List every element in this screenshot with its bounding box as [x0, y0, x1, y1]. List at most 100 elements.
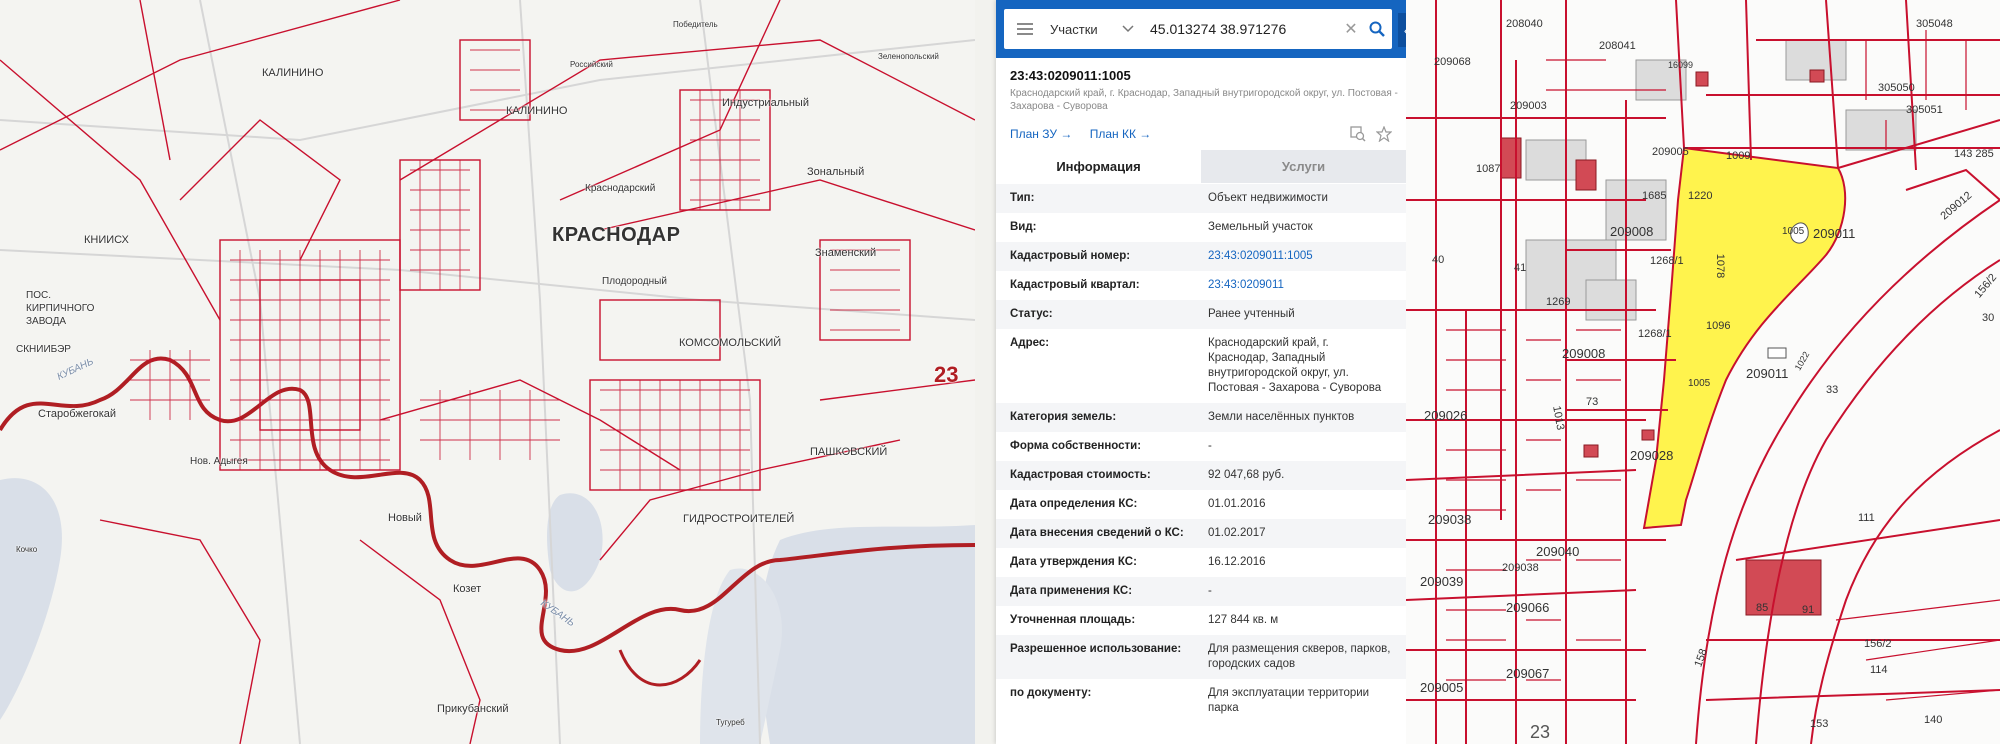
parcel-label: 209003	[1510, 100, 1547, 112]
detail-map[interactable]: 208040 208041 305048 209068 16099 305050…	[1406, 0, 2000, 744]
object-address: Краснодарский край, г. Краснодар, Западн…	[1010, 88, 1398, 112]
plan-kk-link[interactable]: План КК →	[1090, 127, 1152, 141]
parcel-label: 16099	[1668, 60, 1694, 70]
highlighted-parcel	[1642, 146, 1847, 530]
object-number: 23:43:0209011:1005	[1010, 68, 1131, 83]
cadastral-number-link[interactable]: 23:43:0209011:1005	[1208, 249, 1392, 264]
plan-zu-link[interactable]: План ЗУ →	[1010, 127, 1072, 141]
info-row: Кадастровый номер: 23:43:0209011:1005	[996, 242, 1406, 271]
info-row: Категория земель: Земли населённых пункто…	[996, 403, 1406, 432]
close-icon[interactable]: ✕	[1340, 19, 1362, 39]
parcel-label: 111	[1858, 512, 1875, 524]
parcel-label: 40	[1432, 254, 1445, 266]
place-label: КАЛИНИНО	[506, 105, 568, 117]
chevron-down-icon[interactable]	[1122, 22, 1136, 36]
region-number-label: 23	[1530, 722, 1551, 742]
info-key: Разрешенное использование:	[1010, 643, 1182, 655]
hamburger-icon[interactable]	[1004, 9, 1046, 49]
parcel-label: 209008	[1610, 224, 1654, 239]
search-bar: Участки ✕	[996, 0, 1406, 58]
parcel-label: 114	[1870, 664, 1888, 676]
place-label: Индустриальный	[722, 97, 809, 109]
parcel-label: 209039	[1420, 574, 1464, 589]
search-input[interactable]	[1148, 20, 1340, 38]
info-value: Для размещения скверов, парков, городски…	[1208, 643, 1391, 670]
place-label: Краснодарский	[585, 183, 656, 194]
place-label: Зональный	[807, 166, 865, 178]
parcel-label: 1009	[1726, 150, 1751, 162]
highlighted-parcel-label: 209011	[1746, 366, 1789, 381]
region-number-label: 23	[934, 362, 959, 387]
parcel-label: 85	[1756, 602, 1769, 614]
zoom-to-object-icon[interactable]	[1350, 126, 1366, 142]
info-row: Уточненная площадь: 127 844 кв. м	[996, 606, 1406, 635]
parcel-label: 209038	[1428, 512, 1472, 527]
place-label: Старобжегокай	[38, 408, 117, 420]
place-label: Победитель	[673, 20, 718, 29]
parcel-label: 1269	[1546, 296, 1571, 308]
city-label: КРАСНОДАР	[552, 224, 681, 246]
parcel-label: 209067	[1506, 666, 1550, 681]
parcel-label: 1005	[1688, 378, 1711, 389]
parcel-label: 41	[1514, 262, 1527, 274]
parcel-label: 209066	[1506, 600, 1550, 615]
info-table: Тип: Объект недвижимости Вид: Земельный уч…	[996, 184, 1406, 723]
parcel-label: 153	[1810, 718, 1829, 730]
star-icon[interactable]	[1376, 126, 1392, 142]
info-key: Категория земель:	[1010, 411, 1117, 423]
info-key: Дата применения КС:	[1010, 585, 1133, 597]
parcel-label: 305048	[1916, 18, 1953, 30]
overview-map[interactable]: КАЛИНИНО КАЛИНИНО Индустриальный Зональн…	[0, 0, 975, 744]
parcel-label: 1078	[1714, 253, 1727, 279]
info-row: Дата утверждения КС: 16.12.2016	[996, 548, 1406, 577]
parcel-label: 208041	[1599, 40, 1636, 52]
parcel-label: 143 285	[1954, 148, 1994, 160]
info-value: -	[1208, 440, 1212, 452]
search-icon[interactable]	[1362, 9, 1392, 49]
parcel-label: 33	[1826, 384, 1839, 396]
info-row: Вид: Земельный участок	[996, 213, 1406, 242]
info-key: Статус:	[1010, 308, 1053, 320]
info-value: Краснодарский край, г. Краснодар, Западн…	[1208, 337, 1382, 394]
tab-services[interactable]: Услуги	[1201, 150, 1406, 183]
info-key: Тип:	[1010, 192, 1035, 204]
info-row: Форма собственности: -	[996, 432, 1406, 461]
place-label: Прикубанский	[437, 703, 509, 715]
place-label: КАЛИНИНО	[262, 67, 324, 79]
chevron-left-icon[interactable]: ‹	[1398, 13, 1406, 47]
object-header: 23:43:0209011:1005 Краснодарский край, г…	[1010, 68, 1400, 113]
tab-info[interactable]: Информация	[996, 150, 1201, 183]
place-label: Новый	[388, 512, 422, 524]
parcel-label: 140	[1924, 714, 1943, 726]
parcel-label: 209005	[1420, 680, 1464, 695]
layer-select[interactable]: Участки	[1046, 22, 1122, 37]
place-label: СКНИИБЭР	[16, 344, 71, 355]
info-key: Дата утверждения КС:	[1010, 556, 1137, 568]
info-row: Дата применения КС: -	[996, 577, 1406, 606]
search-box: Участки ✕	[1004, 9, 1392, 49]
header-actions	[1350, 126, 1392, 142]
info-row: Тип: Объект недвижимости	[996, 184, 1406, 213]
info-value: Ранее учтенный	[1208, 308, 1295, 320]
parcel-label: 1220	[1688, 190, 1713, 202]
info-key: Дата определения КС:	[1010, 498, 1138, 510]
info-value: 01.01.2016	[1208, 498, 1266, 510]
parcel-label: 1096	[1706, 320, 1731, 332]
parcel-label: 1005	[1782, 226, 1805, 237]
place-label: КНИИСХ	[84, 234, 129, 246]
info-row: Разрешенное использование: Для размещения…	[996, 635, 1406, 679]
parcel-label: 209005	[1652, 146, 1689, 158]
info-value: Для эксплуатации территории парка	[1208, 687, 1370, 714]
info-key: по документу:	[1010, 687, 1092, 699]
info-key: Вид:	[1010, 221, 1037, 233]
info-row: по документу: Для эксплуатации территории…	[996, 679, 1406, 723]
info-row: Статус: Ранее учтенный	[996, 300, 1406, 329]
info-row: Дата определения КС: 01.01.2016	[996, 490, 1406, 519]
info-key: Форма собственности:	[1010, 440, 1142, 452]
info-value: 92 047,68 руб.	[1208, 469, 1285, 481]
info-value: Объект недвижимости	[1208, 192, 1328, 204]
cadastral-quarter-link[interactable]: 23:43:0209011	[1208, 278, 1392, 293]
parcel-label: 209008	[1562, 346, 1606, 361]
parcel-label: 1685	[1642, 190, 1667, 202]
parcel-label: 209038	[1502, 562, 1539, 574]
